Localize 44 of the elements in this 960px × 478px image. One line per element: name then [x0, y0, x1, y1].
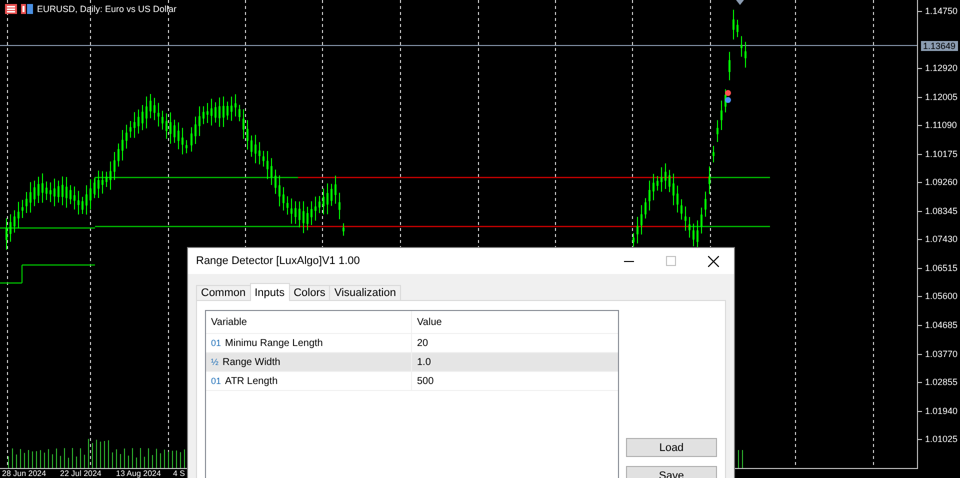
tab[interactable]: Inputs	[250, 283, 290, 301]
price-label: 1.10175	[925, 149, 958, 159]
dialog-button[interactable]: Load	[626, 438, 717, 457]
price-label: 1.06515	[925, 263, 958, 273]
close-icon[interactable]	[708, 256, 718, 266]
type-icon: 01	[211, 376, 222, 386]
date-label: 22 Jul 2024	[60, 469, 102, 478]
variable-name: Minimu Range Length	[225, 338, 323, 348]
parameter-value: 20	[417, 338, 428, 348]
price-label: 1.01025	[925, 434, 958, 444]
date-label: 4 S	[173, 469, 186, 478]
chart-title: EURUSD, Daily: Euro vs US Dollar	[37, 4, 177, 14]
price-label: 1.01940	[925, 406, 958, 416]
price-label: 1.04685	[925, 320, 958, 330]
price-label: 1.12005	[925, 92, 958, 102]
signal-markers-icon	[725, 90, 731, 103]
parameter-row[interactable]: ½ Range Width 1.0	[206, 353, 618, 372]
price-label: 1.12920	[925, 63, 958, 73]
minimize-icon[interactable]	[624, 260, 634, 262]
column-header: Value	[411, 311, 618, 333]
variable-name: ATR Length	[225, 376, 278, 386]
price-label: 1.11090	[925, 120, 957, 130]
parameter-value: 500	[417, 376, 434, 386]
triangle-marker-icon	[736, 0, 744, 5]
type-icon: ½	[211, 357, 219, 367]
column-header: Variable	[210, 316, 248, 330]
chart-icon	[21, 4, 33, 14]
price-label: 1.03770	[925, 349, 958, 359]
price-label: 1.05600	[925, 291, 958, 301]
current-price-label: 1.13649	[921, 41, 958, 51]
price-label: 1.07430	[925, 234, 958, 244]
date-label: 13 Aug 2024	[116, 469, 161, 478]
tab[interactable]: Visualization	[329, 285, 401, 300]
dialog-title: Range Detector [LuxAlgo]V1 1.00	[196, 255, 361, 267]
date-label: 28 Jun 2024	[2, 469, 46, 478]
price-label: 1.02855	[925, 377, 958, 387]
type-icon: 01	[211, 338, 222, 348]
price-label: 1.08345	[925, 206, 958, 216]
parameter-value: 1.0	[417, 356, 431, 368]
parameter-row[interactable]: 01 ATR Length 500	[206, 372, 618, 391]
tab[interactable]: Common	[196, 285, 251, 300]
price-label: 1.14750	[925, 6, 958, 16]
variable-name: Range Width	[222, 356, 280, 368]
price-label: 1.09260	[925, 177, 958, 187]
